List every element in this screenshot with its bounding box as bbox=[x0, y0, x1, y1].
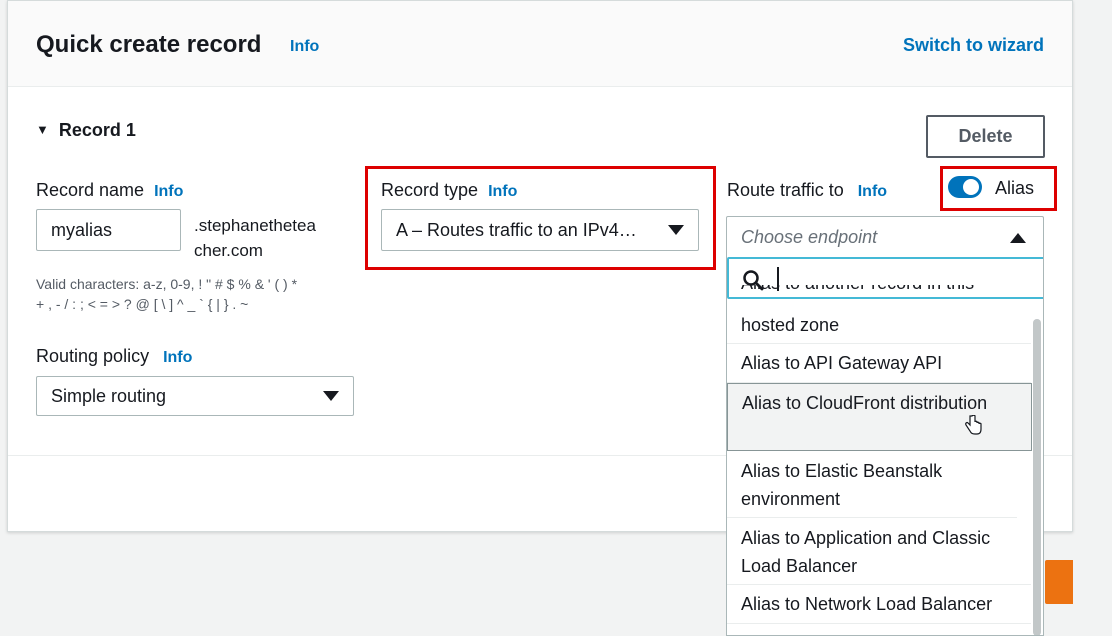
record-1-title: Record 1 bbox=[58, 120, 136, 140]
routing-policy-select[interactable]: Simple routing bbox=[36, 376, 354, 416]
option-api-gateway[interactable]: Alias to API Gateway API bbox=[727, 345, 1031, 383]
create-records-button[interactable] bbox=[1045, 560, 1073, 604]
partial-option[interactable]: Alias to another record in this bbox=[741, 285, 1031, 303]
caret-down-icon: ▼ bbox=[36, 122, 49, 137]
endpoint-placeholder: Choose endpoint bbox=[741, 227, 878, 247]
switch-to-wizard-link[interactable]: Switch to wizard bbox=[903, 35, 1044, 56]
domain-suffix: .stephanetheteа cher.com bbox=[194, 213, 344, 263]
routing-policy-value: Simple routing bbox=[51, 385, 167, 406]
option-load-balancer[interactable]: Alias to Application and Classic Load Ba… bbox=[727, 519, 1031, 585]
domain-suffix-line-1: .stephanetheteа bbox=[194, 216, 316, 235]
delete-button[interactable]: Delete bbox=[926, 115, 1045, 158]
option-hosted-zone[interactable]: hosted zone bbox=[727, 311, 1031, 344]
scrollbar-thumb[interactable] bbox=[1033, 319, 1041, 635]
routing-policy-label-text: Routing policy bbox=[36, 346, 150, 366]
record-name-label: Record name Info bbox=[36, 180, 183, 201]
domain-suffix-line-2: cher.com bbox=[194, 241, 263, 260]
endpoint-dropdown: Alias to another record in this hosted z… bbox=[726, 257, 1044, 636]
record-type-highlight bbox=[365, 166, 716, 270]
valid-characters-hint: Valid characters: a-z, 0-9, ! " # $ % & … bbox=[36, 274, 356, 314]
option-network-load-balancer[interactable]: Alias to Network Load Balancer bbox=[727, 586, 1031, 624]
dropdown-scrollbar[interactable] bbox=[1033, 319, 1041, 635]
route-traffic-label-text: Route traffic to bbox=[727, 180, 844, 200]
record-name-info-link[interactable]: Info bbox=[154, 183, 183, 200]
caret-down-icon bbox=[323, 391, 339, 401]
routing-policy-label: Routing policy Info bbox=[36, 346, 192, 367]
routing-policy-info-link[interactable]: Info bbox=[163, 349, 192, 366]
route-traffic-info-link[interactable]: Info bbox=[858, 183, 887, 200]
record-name-label-text: Record name bbox=[36, 180, 145, 200]
option-elastic-beanstalk[interactable]: Alias to Elastic Beanstalk environment bbox=[727, 452, 1017, 518]
alias-highlight bbox=[940, 166, 1057, 211]
option-cloudfront[interactable]: Alias to CloudFront distribution bbox=[727, 383, 1032, 451]
choose-endpoint-select[interactable]: Choose endpoint bbox=[726, 216, 1044, 258]
panel-header: Quick create record Info Switch to wizar… bbox=[8, 1, 1072, 87]
hand-cursor-icon bbox=[965, 415, 982, 435]
title-info-link[interactable]: Info bbox=[290, 38, 319, 56]
partial-option-text: Alias to another record in this bbox=[741, 285, 974, 294]
route-traffic-label: Route traffic to Info bbox=[727, 180, 887, 201]
record-1-toggle[interactable]: ▼ Record 1 bbox=[36, 120, 136, 141]
page-title: Quick create record bbox=[36, 31, 262, 58]
record-name-input[interactable]: myalias bbox=[36, 209, 181, 251]
hint-line-1: Valid characters: a-z, 0-9, ! " # $ % & … bbox=[36, 276, 298, 292]
caret-up-icon bbox=[1010, 232, 1026, 243]
hint-line-2: + , - / : ; < = > ? @ [ \ ] ^ _ ` { | } … bbox=[36, 296, 249, 312]
